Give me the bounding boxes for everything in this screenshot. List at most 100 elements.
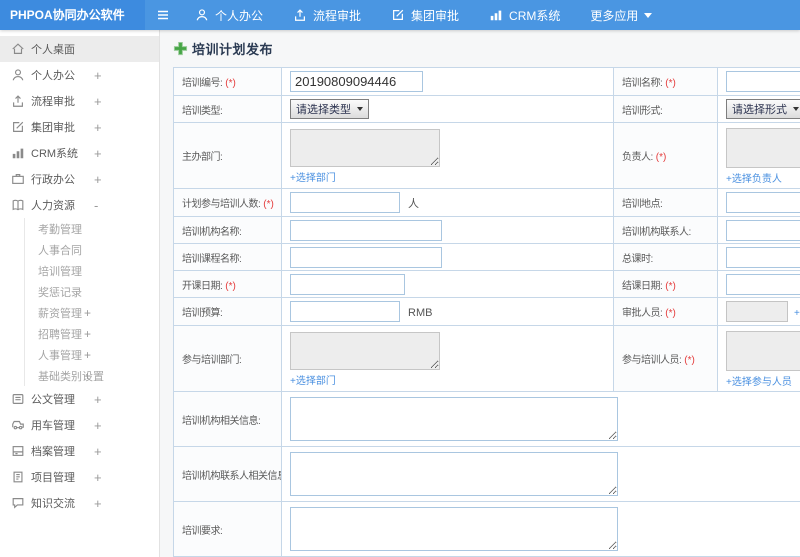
select-approver-link[interactable]: +选择审批人员 [794,304,800,319]
training-name-input[interactable] [726,71,800,92]
join-dept-box[interactable] [290,332,440,370]
field-label-cell: 培训机构相关信息: [173,391,282,447]
expand-icon: + [94,93,102,109]
approver-input[interactable] [726,301,788,322]
sidebar-item-label: 个人桌面 [31,44,75,56]
sidebar-item-label: 知识交流 [31,498,75,510]
planned-count-input[interactable] [290,192,400,213]
sidebar-subitem-personnel[interactable]: 人事管理 + [25,344,159,365]
org-info-textarea[interactable] [290,397,618,441]
sidebar-item-projects[interactable]: 项目管理 + [0,464,159,490]
add-icon [173,41,188,56]
approver-label: 审批人员: [622,308,663,319]
sidebar-subitem-base-categories[interactable]: 基础类别设置 + [25,365,159,386]
field-label-cell: 培训要求: [173,501,282,557]
sidebar-subitem-label: 奖惩记录 [38,286,82,299]
leader-label: 负责人: [622,152,653,163]
form-row: 参与培训部门: +选择部门 参与培训人员: (*) +选择参与人员 [173,325,800,392]
org-name-label: 培训机构名称: [182,226,242,238]
sidebar-item-group-approval[interactable]: 集团审批 + [0,114,159,140]
archive-icon [11,444,25,458]
sidebar-item-crm-system[interactable]: CRM系统 + [0,140,159,166]
nav-label: 更多应用 [590,8,639,23]
end-date-input[interactable] [726,273,800,295]
hamburger-menu-icon[interactable] [155,7,171,23]
caret-down-icon [793,107,799,111]
doc-icon [11,392,25,406]
sidebar-subitem-attendance[interactable]: 考勤管理 [25,218,159,239]
sidebar-item-workflow-approval[interactable]: 流程审批 + [0,88,159,114]
requirements-label: 培训要求: [182,525,223,537]
nav-workflow-approval[interactable]: 流程审批 [293,7,361,24]
location-input[interactable] [726,192,800,213]
join-dept-label: 参与培训部门: [182,355,242,366]
form-row: 开课日期: (*) 结课日期: (*) [173,270,800,298]
select-leader-link[interactable]: +选择负责人 [726,170,800,185]
total-hours-label: 总课时: [622,253,653,265]
required-mark: (*) [665,308,676,319]
sidebar-item-knowledge[interactable]: 知识交流 + [0,490,159,516]
training-no-input[interactable] [290,71,423,92]
sidebar-item-label: 集团审批 [31,122,75,134]
sidebar-subitem-hr-contract[interactable]: 人事合同 [25,239,159,260]
collapse-icon: - [94,197,99,213]
field-label-cell: 培训编号: (*) [173,67,282,96]
select-dept-link[interactable]: +选择部门 [290,372,613,387]
sidebar-item-documents[interactable]: 公文管理 + [0,386,159,412]
nav-more-apps[interactable]: 更多应用 [590,7,653,24]
sidebar-item-vehicles[interactable]: 用车管理 + [0,412,159,438]
leader-box[interactable] [726,128,800,168]
expand-icon: + [94,417,102,433]
sidebar-subitem-label: 考勤管理 [38,223,82,236]
expand-icon: + [94,171,102,187]
org-contact-input[interactable] [726,219,800,241]
join-staff-label: 参与培训人员: [622,355,682,366]
training-form-label: 培训形式: [622,105,663,117]
nav-group-approval[interactable]: 集团审批 [391,7,459,24]
planned-count-label: 计划参与培训人数: [182,199,261,210]
course-name-label: 培训课程名称: [182,253,242,265]
host-dept-box[interactable] [290,129,440,167]
sidebar-subitem-salary[interactable]: 薪资管理 + [25,302,159,323]
select-participants-link[interactable]: +选择参与人员 [726,373,800,388]
sidebar-item-human-resources[interactable]: 人力资源 - [0,192,159,218]
sidebar-subitem-training[interactable]: 培训管理 [25,260,159,281]
sidebar-item-personal-office[interactable]: 个人办公 + [0,62,159,88]
sidebar-item-personal-desktop[interactable]: 个人桌面 [0,36,159,62]
upload-icon [11,94,25,108]
field-label-cell: 培训机构联系人: [613,216,718,244]
org-contact-info-textarea[interactable] [290,452,618,496]
nav-crm-system[interactable]: CRM系统 [489,7,560,24]
select-dept-link[interactable]: +选择部门 [290,169,613,184]
field-label-cell: 负责人: (*) [613,122,718,189]
user-icon [11,68,25,82]
field-label-cell: 结课日期: (*) [613,270,718,298]
sidebar-item-label: CRM系统 [31,148,79,160]
unit-label: 人 [408,198,419,210]
host-dept-label: 主办部门: [182,152,223,163]
sidebar-subitem-label: 招聘管理 [38,328,82,341]
briefcase-icon [11,172,25,186]
join-staff-box[interactable] [726,331,800,371]
sidebar-subitem-label: 培训管理 [38,265,82,278]
requirements-textarea[interactable] [290,507,618,551]
nav-label: 流程审批 [313,8,362,23]
sidebar-subitem-rewards[interactable]: 奖惩记录 [25,281,159,302]
form-row: 培训课程名称: 总课时: [173,243,800,271]
training-type-select[interactable]: 请选择类型 [290,99,369,119]
org-name-input[interactable] [290,219,442,241]
nav-personal-office[interactable]: 个人办公 [195,7,263,24]
sidebar-subitem-recruiting[interactable]: 招聘管理 + [25,323,159,344]
required-mark: (*) [684,355,695,366]
sidebar-item-archives[interactable]: 档案管理 + [0,438,159,464]
field-label-cell: 审批人员: (*) [613,297,718,326]
start-date-input[interactable] [290,273,405,295]
total-hours-input[interactable] [726,246,800,268]
course-name-input[interactable] [290,246,442,268]
budget-input[interactable] [290,301,400,322]
start-date-label: 开课日期: [182,280,223,292]
sidebar-item-admin-office[interactable]: 行政办公 + [0,166,159,192]
page-title: 培训计划发布 [173,39,800,58]
training-form-select[interactable]: 请选择形式 [726,99,800,119]
expand-icon: + [94,469,102,485]
